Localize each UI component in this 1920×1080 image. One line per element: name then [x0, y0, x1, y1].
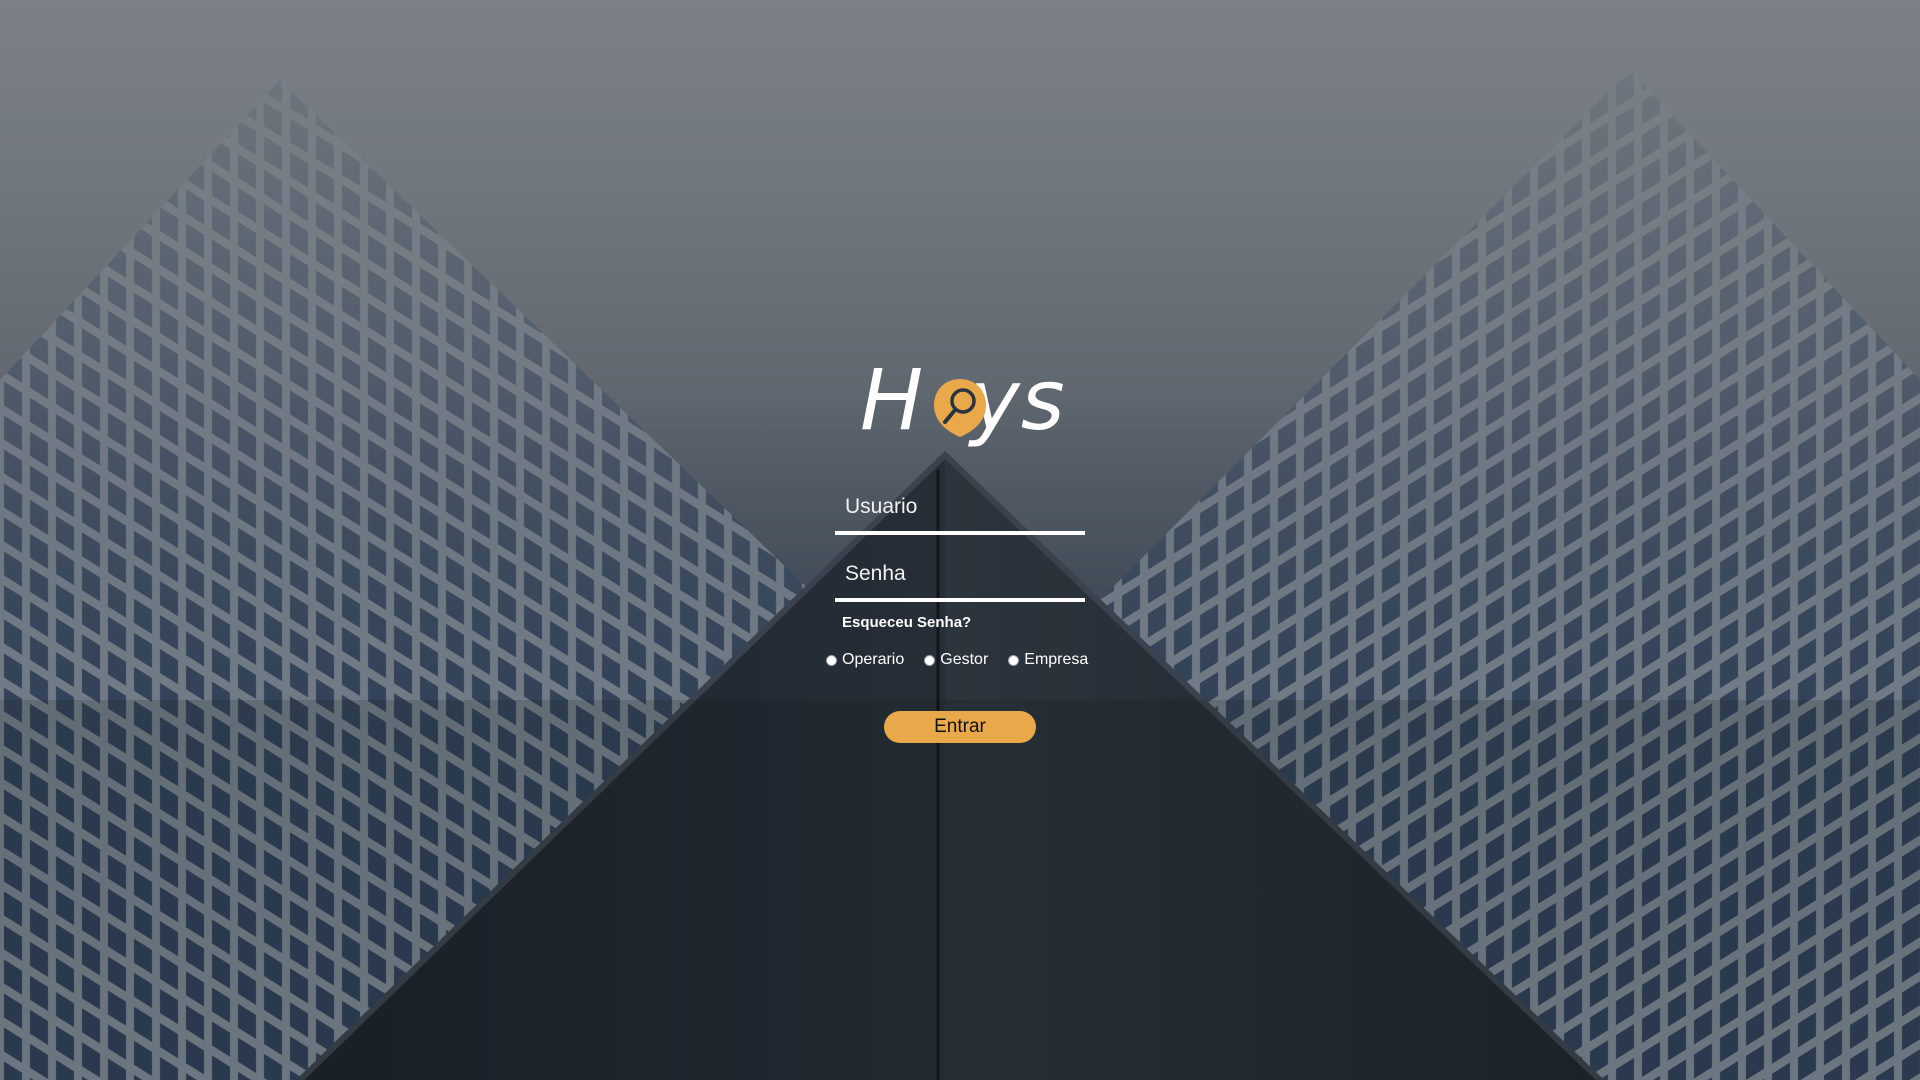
radio-button[interactable] [826, 654, 837, 666]
role-radio-group: Operario Gestor Empresa [826, 651, 1108, 669]
role-label: Operario [842, 651, 905, 668]
password-field [835, 550, 1085, 602]
username-input[interactable] [835, 483, 1075, 531]
login-screen: Hys Esqueceu Senha? Operario Gestor [0, 0, 1920, 1080]
magnifier-icon [934, 379, 986, 437]
brand-logo: Hys [860, 345, 1070, 455]
role-label: Empresa [1024, 651, 1089, 668]
role-label: Gestor [940, 651, 989, 668]
login-form: Hys Esqueceu Senha? Operario Gestor [0, 0, 1920, 1080]
password-input[interactable] [835, 550, 1075, 598]
forgot-password-link[interactable]: Esqueceu Senha? [842, 614, 971, 631]
role-option-empresa[interactable]: Empresa [1008, 651, 1088, 669]
radio-button[interactable] [924, 654, 936, 666]
radio-button[interactable] [1008, 654, 1020, 666]
username-field [835, 483, 1085, 535]
enter-button[interactable]: Entrar [884, 711, 1036, 743]
role-option-gestor[interactable]: Gestor [924, 651, 988, 669]
role-option-operario[interactable]: Operario [826, 651, 904, 669]
